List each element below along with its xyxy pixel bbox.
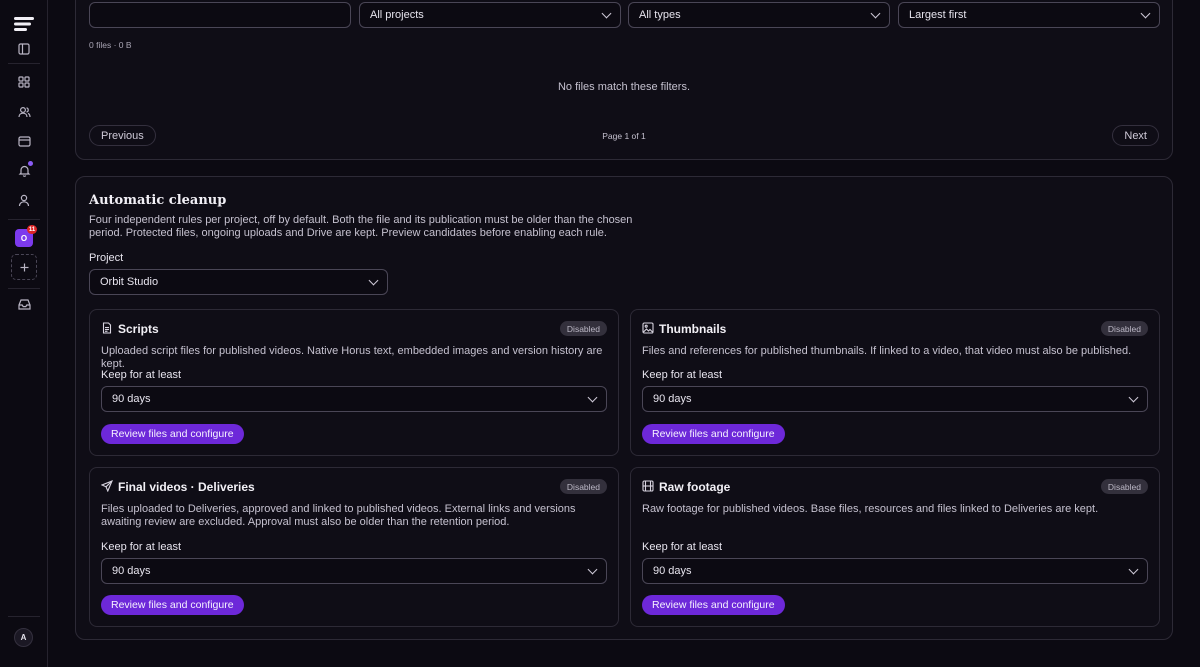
review-files-button[interactable]: Review files and configure (101, 424, 244, 444)
cleanup-description: Four independent rules per project, off … (89, 214, 649, 240)
chevron-down-icon (587, 564, 598, 574)
cleanup-project-value: Orbit Studio (100, 276, 159, 288)
status-badge: Disabled (559, 321, 607, 336)
panel-toggle-icon[interactable] (14, 39, 34, 59)
chevron-down-icon (870, 8, 881, 18)
rule-description: Raw footage for published videos. Base f… (642, 503, 1099, 515)
send-icon (101, 480, 113, 492)
retention-select[interactable]: 90 days (101, 386, 607, 412)
cleanup-panel: Automatic cleanup Four independent rules… (75, 176, 1173, 640)
sidebar-divider (8, 219, 40, 220)
rule-card-thumbnails: Thumbnails Disabled Files and references… (630, 309, 1160, 456)
retention-value: 90 days (653, 393, 692, 405)
review-files-button[interactable]: Review files and configure (642, 424, 785, 444)
rule-card-raw-footage: Raw footage Disabled Raw footage for pub… (630, 467, 1160, 627)
review-files-button[interactable]: Review files and configure (642, 595, 785, 615)
chevron-down-icon (1140, 8, 1151, 18)
dashboard-icon[interactable] (14, 72, 34, 92)
retention-value: 90 days (653, 565, 692, 577)
file-text-icon (102, 322, 112, 334)
files-summary: 0 files · 0 B (89, 40, 132, 50)
workspace-badge: 11 (27, 225, 37, 234)
rule-description: Files uploaded to Deliveries, approved a… (101, 503, 576, 528)
rule-title: Raw footage (659, 480, 731, 494)
rule-card-final-videos: Final videos · Deliveries Disabled Files… (89, 467, 619, 627)
project-label: Project (89, 252, 124, 264)
rule-description: Uploaded script files for published vide… (101, 345, 603, 370)
keep-label: Keep for at least (642, 369, 723, 381)
sort-select[interactable]: Largest first (898, 2, 1160, 28)
chevron-down-icon (1128, 392, 1139, 402)
type-filter-value: All types (639, 9, 681, 21)
image-icon (642, 322, 654, 334)
retention-value: 90 days (112, 565, 151, 577)
notification-dot (28, 161, 33, 166)
billing-icon[interactable] (14, 131, 34, 151)
type-filter-select[interactable]: All types (628, 2, 890, 28)
logo-icon[interactable] (13, 14, 35, 34)
project-filter-select[interactable]: All projects (359, 2, 621, 28)
status-badge: Disabled (559, 479, 607, 494)
chevron-down-icon (368, 275, 379, 285)
workspace-initial: O (20, 233, 28, 243)
main-content: All projects All types Largest first 0 f… (48, 0, 1200, 667)
chevron-down-icon (587, 392, 598, 402)
chevron-down-icon (1128, 564, 1139, 574)
account-avatar[interactable]: A (14, 628, 33, 647)
sidebar-divider (8, 63, 40, 64)
sidebar-divider (8, 288, 40, 289)
sort-value: Largest first (909, 9, 967, 21)
retention-value: 90 days (112, 393, 151, 405)
next-button[interactable]: Next (1112, 125, 1159, 146)
keep-label: Keep for at least (101, 369, 182, 381)
search-input[interactable] (89, 2, 351, 28)
rule-title: Thumbnails (659, 322, 727, 336)
profile-icon[interactable] (14, 190, 34, 210)
rule-title: Final videos · Deliveries (118, 480, 255, 494)
users-icon[interactable] (14, 102, 34, 122)
project-filter-value: All projects (370, 9, 424, 21)
account-initial: A (20, 633, 27, 642)
empty-message: No files match these filters. (557, 81, 691, 93)
rule-description: Files and references for published thumb… (642, 345, 1132, 357)
cleanup-title: Automatic cleanup (89, 193, 227, 208)
keep-label: Keep for at least (101, 541, 182, 553)
retention-select[interactable]: 90 days (642, 386, 1148, 412)
film-icon (642, 480, 654, 492)
inbox-icon[interactable] (14, 294, 34, 314)
review-files-button[interactable]: Review files and configure (101, 595, 244, 615)
sidebar: O 11 A (0, 0, 48, 667)
cleanup-description-line: Four independent rules per project, off … (89, 214, 633, 226)
files-panel: All projects All types Largest first 0 f… (75, 0, 1173, 160)
add-workspace-button[interactable] (11, 254, 37, 280)
cleanup-project-select[interactable]: Orbit Studio (89, 269, 388, 295)
cleanup-description-line: period. Protected files, ongoing uploads… (89, 227, 607, 239)
chevron-down-icon (601, 8, 612, 18)
plus-icon (20, 263, 28, 271)
rule-card-scripts: Scripts Disabled Uploaded script files f… (89, 309, 619, 456)
retention-select[interactable]: 90 days (642, 558, 1148, 584)
bell-icon[interactable] (14, 160, 34, 180)
rule-title: Scripts (118, 322, 159, 336)
workspace-avatar[interactable]: O 11 (15, 225, 37, 247)
keep-label: Keep for at least (642, 541, 723, 553)
status-badge: Disabled (1100, 321, 1148, 336)
sidebar-divider (8, 616, 40, 617)
retention-select[interactable]: 90 days (101, 558, 607, 584)
page-indicator: Page 1 of 1 (602, 131, 646, 141)
status-badge: Disabled (1100, 479, 1148, 494)
